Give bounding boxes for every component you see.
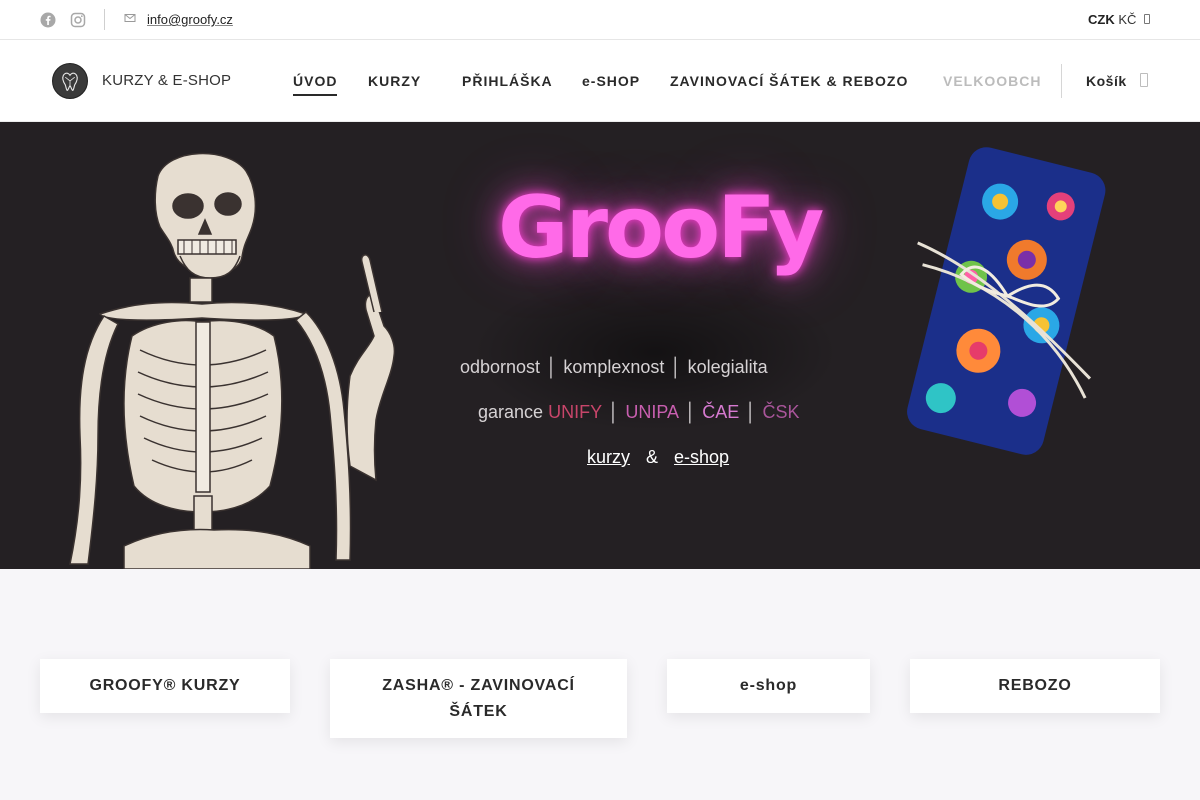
currency-code: CZK: [1088, 12, 1115, 27]
nav-item-satek-rebozo[interactable]: ZAVINOVACÍ ŠÁTEK & REBOZO: [670, 73, 908, 89]
category-card-groofy-kurzy[interactable]: GROOFY® KURZY: [40, 659, 290, 713]
garance-cae: ČAE: [702, 402, 740, 422]
chevron-down-icon[interactable]: [1144, 14, 1150, 24]
nav-item-eshop[interactable]: e-SHOP: [582, 73, 640, 89]
hero-links: kurzy & e-shop: [587, 447, 729, 468]
main-header: KURZY & E-SHOP ÚVOD KURZY PŘIHLÁŠKA e-SH…: [0, 40, 1200, 122]
nav-item-prihlaska[interactable]: PŘIHLÁŠKA: [462, 73, 553, 89]
tagline-item: odbornost: [460, 357, 541, 377]
garance-label: garance: [478, 402, 544, 422]
eshop-link[interactable]: e-shop: [674, 447, 729, 467]
tagline-item: kolegialita: [687, 357, 768, 377]
facebook-icon[interactable]: [40, 12, 56, 28]
amp-separator: &: [646, 447, 659, 467]
nav-item-velkoobchod[interactable]: VELKOOBCH: [943, 73, 1040, 89]
floral-wrap-illustration: [907, 147, 1106, 455]
top-bar: info@groofy.cz CZK KČ: [0, 0, 1200, 40]
currency-symbol: KČ: [1118, 12, 1137, 27]
currency-selector[interactable]: CZK KČ: [1088, 12, 1136, 27]
divider: [104, 9, 105, 30]
category-card-zasha-satek[interactable]: ZASHA® - ZAVINOVACÍ ŠÁTEK: [330, 659, 627, 738]
category-card-eshop[interactable]: e-shop: [667, 659, 870, 713]
logo-text[interactable]: KURZY & E-SHOP: [102, 72, 231, 89]
garance-csk: ČSK: [762, 402, 800, 422]
instagram-icon[interactable]: [70, 12, 86, 28]
hero-tagline: odbornost │ komplexnost │ kolegialita: [460, 357, 768, 377]
nav-item-kurzy[interactable]: KURZY: [368, 73, 421, 89]
tagline-item: komplexnost: [563, 357, 665, 377]
hero-banner: GrooFy odbornost │ komplexnost │ kolegialita…: [0, 122, 1200, 569]
email-link[interactable]: info@groofy.cz: [147, 12, 233, 27]
cart-icon[interactable]: [1140, 73, 1148, 87]
mail-icon: [124, 14, 136, 22]
skeleton-illustration: [69, 152, 396, 569]
hero-garance: garance UNIFY │ UNIPA │ ČAE │ ČSK: [478, 402, 800, 422]
garance-unipa: UNIPA: [625, 402, 680, 422]
logo-icon[interactable]: [52, 63, 88, 99]
kurzy-link[interactable]: kurzy: [587, 447, 630, 467]
nav-item-uvod[interactable]: ÚVOD: [293, 73, 338, 96]
garance-unify: UNIFY: [548, 402, 603, 422]
category-card-rebozo[interactable]: REBOZO: [910, 659, 1160, 713]
divider: [1061, 64, 1062, 98]
cart-button[interactable]: Košík: [1086, 73, 1127, 89]
brand-logo: GrooFy: [498, 178, 824, 278]
